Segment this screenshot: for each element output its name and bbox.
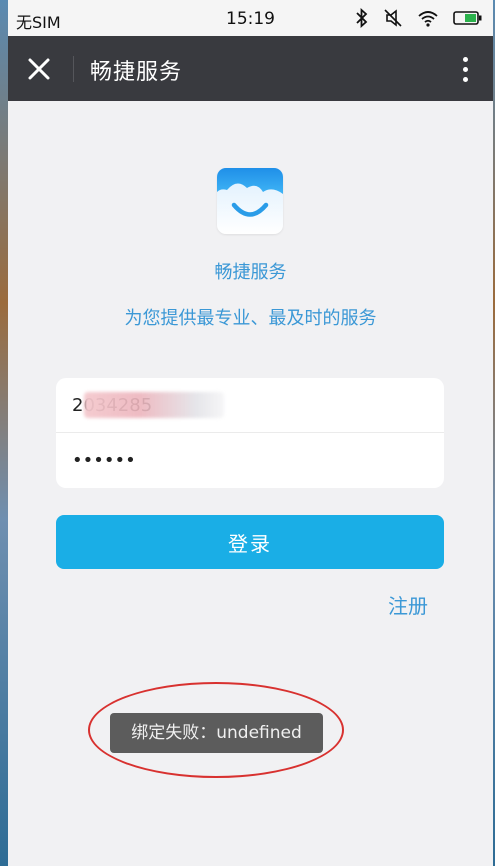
status-bar: 无SIM 15:19 xyxy=(8,0,493,36)
password-row xyxy=(56,433,444,487)
smile-cloud-logo xyxy=(217,168,283,217)
more-vertical-icon-dot xyxy=(462,76,468,82)
more-vertical-icon xyxy=(462,56,468,62)
password-input[interactable] xyxy=(72,443,428,477)
privacy-blur-mask xyxy=(84,392,224,418)
close-icon xyxy=(28,58,50,80)
app-tagline: 为您提供最专业、最及时的服务 xyxy=(124,308,377,329)
error-toast: 绑定失败：undefined xyxy=(110,713,323,753)
page-title: 畅捷服务 xyxy=(90,60,183,85)
nav-bar: 畅捷服务 xyxy=(8,36,493,101)
app-name: 畅捷服务 xyxy=(214,262,287,283)
nav-divider xyxy=(73,56,74,82)
register-link[interactable]: 注册 xyxy=(388,590,428,619)
mute-icon xyxy=(384,9,402,27)
app-logo xyxy=(217,168,283,234)
bluetooth-icon xyxy=(356,8,368,28)
phone-screen: 无SIM 15:19 畅捷服务 畅捷服务 为您提供最专业、最及时的服务 2034… xyxy=(8,0,493,866)
more-vertical-icon-dot xyxy=(462,66,468,72)
status-icons xyxy=(341,7,483,29)
wifi-icon xyxy=(418,11,438,27)
close-button[interactable] xyxy=(22,52,56,86)
login-form xyxy=(56,378,444,488)
more-button[interactable] xyxy=(453,52,477,86)
username-row xyxy=(56,378,444,433)
login-button[interactable]: 登录 xyxy=(56,515,444,569)
desktop-background-left xyxy=(0,0,8,866)
battery-icon xyxy=(453,11,482,25)
